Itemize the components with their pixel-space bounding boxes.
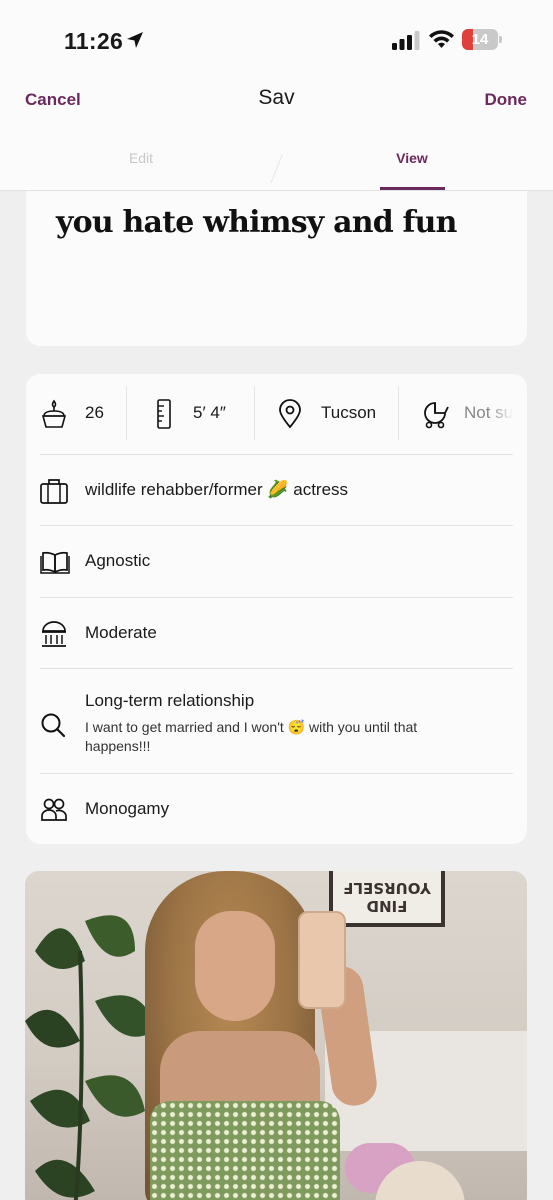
- vital-separator: [254, 386, 255, 440]
- poster-text: FIND YOURSELF: [343, 879, 431, 915]
- relationship-type-value: Monogamy: [85, 799, 170, 818]
- profile-info-card: 26 5′ 4″ Tucson Not su wildlife rehabber…: [26, 374, 527, 844]
- battery-percent: 14: [471, 31, 489, 48]
- book-icon: [40, 551, 70, 574]
- detail-row-religion: Agnostic: [40, 525, 513, 597]
- briefcase-icon: [40, 479, 68, 504]
- edit-view-tabs: Edit View: [0, 130, 553, 191]
- location-pin-icon: [279, 399, 301, 429]
- detail-row-dating-intention: Long-term relationship I want to get mar…: [40, 668, 513, 773]
- phone-in-photo: [298, 911, 346, 1009]
- children-value: Not su: [464, 403, 514, 422]
- detail-row-relationship-type: Monogamy: [40, 773, 513, 844]
- vital-separator: [126, 386, 127, 440]
- birthday-cake-icon: [41, 399, 67, 428]
- person-face: [195, 911, 275, 1021]
- status-time: 11:26: [64, 28, 124, 54]
- prompt-card[interactable]: you hate whimsy and fun: [26, 191, 527, 346]
- dating-intention-note: I want to get married and I won't 😴 with…: [85, 719, 418, 754]
- wifi-icon: [429, 30, 454, 48]
- vital-age: 26: [40, 374, 140, 454]
- profile-photo[interactable]: FIND YOURSELF: [25, 871, 527, 1200]
- location-value: Tucson: [321, 403, 377, 422]
- vital-children: Not su: [422, 374, 527, 454]
- status-bar: 11:26 14: [0, 0, 553, 70]
- location-arrow-icon: [127, 32, 143, 48]
- dating-intention-value: Long-term relationship: [85, 691, 255, 710]
- page-title: Sav: [258, 86, 295, 109]
- politics-value: Moderate: [85, 623, 157, 642]
- tab-view[interactable]: View: [380, 150, 444, 166]
- age-value: 26: [85, 403, 104, 422]
- battery-icon: 14: [462, 29, 502, 51]
- vital-height: 5′ 4″: [156, 374, 256, 454]
- religion-value: Agnostic: [85, 551, 151, 570]
- detail-row-politics: Moderate: [40, 597, 513, 668]
- detail-row-job: wildlife rehabber/former 🌽 actress: [40, 454, 513, 525]
- people-icon: [41, 798, 67, 821]
- wall-poster: FIND YOURSELF: [329, 871, 445, 927]
- height-value: 5′ 4″: [193, 403, 226, 422]
- vital-separator: [398, 386, 399, 440]
- search-icon: [41, 713, 66, 738]
- tab-edit[interactable]: Edit: [100, 150, 182, 166]
- vital-location: Tucson: [278, 374, 398, 454]
- job-value: wildlife rehabber/former 🌽 actress: [85, 480, 349, 499]
- government-building-icon: [42, 621, 66, 647]
- nav-bar: Cancel Sav Done: [0, 70, 553, 130]
- vitals-row[interactable]: 26 5′ 4″ Tucson Not su: [26, 374, 527, 454]
- tab-divider: [270, 154, 283, 184]
- stroller-icon: [424, 402, 449, 429]
- done-button[interactable]: Done: [485, 90, 528, 110]
- prompt-answer: you hate whimsy and fun: [56, 205, 457, 240]
- ruler-icon: [157, 399, 171, 429]
- active-tab-indicator: [380, 187, 445, 190]
- cellular-signal-icon: [392, 31, 420, 50]
